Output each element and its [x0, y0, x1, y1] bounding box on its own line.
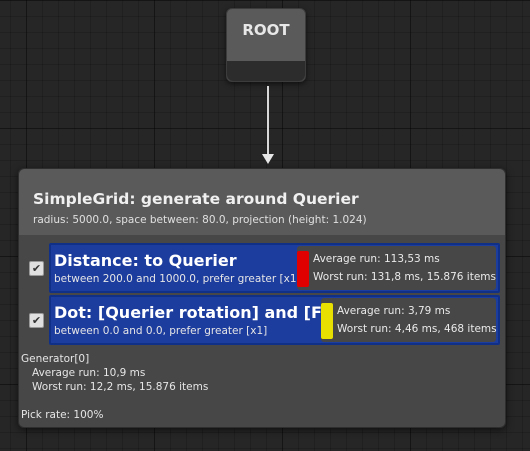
generator-stats-label: Generator[0]	[21, 353, 90, 365]
worst-run-text: Worst run: 131,8 ms, 15.876 items	[313, 271, 496, 283]
test-stats-panel: Average run: 113,53 ms Worst run: 131,8 …	[297, 246, 496, 290]
test-title: Distance: to Querier	[54, 251, 237, 270]
connection-wire	[267, 86, 269, 156]
average-run-text: Average run: 113,53 ms	[313, 253, 440, 265]
test-stats-panel: Average run: 3,79 ms Worst run: 4,46 ms,…	[321, 298, 497, 342]
checkmark-icon: ✔	[31, 262, 42, 275]
worst-run-text: Worst run: 4,46 ms, 468 items	[337, 323, 497, 335]
test-subtitle: between 200.0 and 1000.0, prefer greater…	[54, 273, 301, 285]
pick-rate-text: Pick rate: 100%	[21, 409, 104, 421]
arrow-down-icon	[262, 154, 274, 164]
test-node-dot[interactable]: Dot: [Querier rotation] and [Fr between …	[49, 295, 500, 345]
generator-average-run: Average run: 10,9 ms	[32, 367, 146, 379]
test-title: Dot: [Querier rotation] and [Fr	[54, 303, 329, 322]
root-node[interactable]: ROOT	[226, 8, 306, 82]
generator-title: SimpleGrid: generate around Querier	[33, 190, 359, 208]
checkmark-icon: ✔	[31, 314, 42, 327]
generator-header: SimpleGrid: generate around Querier radi…	[19, 169, 505, 235]
test-row-dot: ✔ Dot: [Querier rotation] and [Fr betwee…	[29, 295, 500, 345]
test-subtitle: between 0.0 and 0.0, prefer greater [x1]	[54, 325, 268, 337]
root-node-title: ROOT	[242, 21, 290, 39]
generator-worst-run: Worst run: 12,2 ms, 15.876 items	[32, 381, 209, 393]
test-enabled-checkbox[interactable]: ✔	[29, 313, 44, 328]
test-row-distance: ✔ Distance: to Querier between 200.0 and…	[29, 243, 500, 293]
cost-bar	[321, 303, 333, 339]
average-run-text: Average run: 3,79 ms	[337, 305, 451, 317]
root-output-pin[interactable]	[227, 61, 305, 81]
test-enabled-checkbox[interactable]: ✔	[29, 261, 44, 276]
generator-subtitle: radius: 5000.0, space between: 80.0, pro…	[33, 214, 367, 226]
cost-bar	[297, 251, 309, 287]
generator-node[interactable]: SimpleGrid: generate around Querier radi…	[18, 168, 506, 428]
test-node-distance[interactable]: Distance: to Querier between 200.0 and 1…	[49, 243, 500, 293]
